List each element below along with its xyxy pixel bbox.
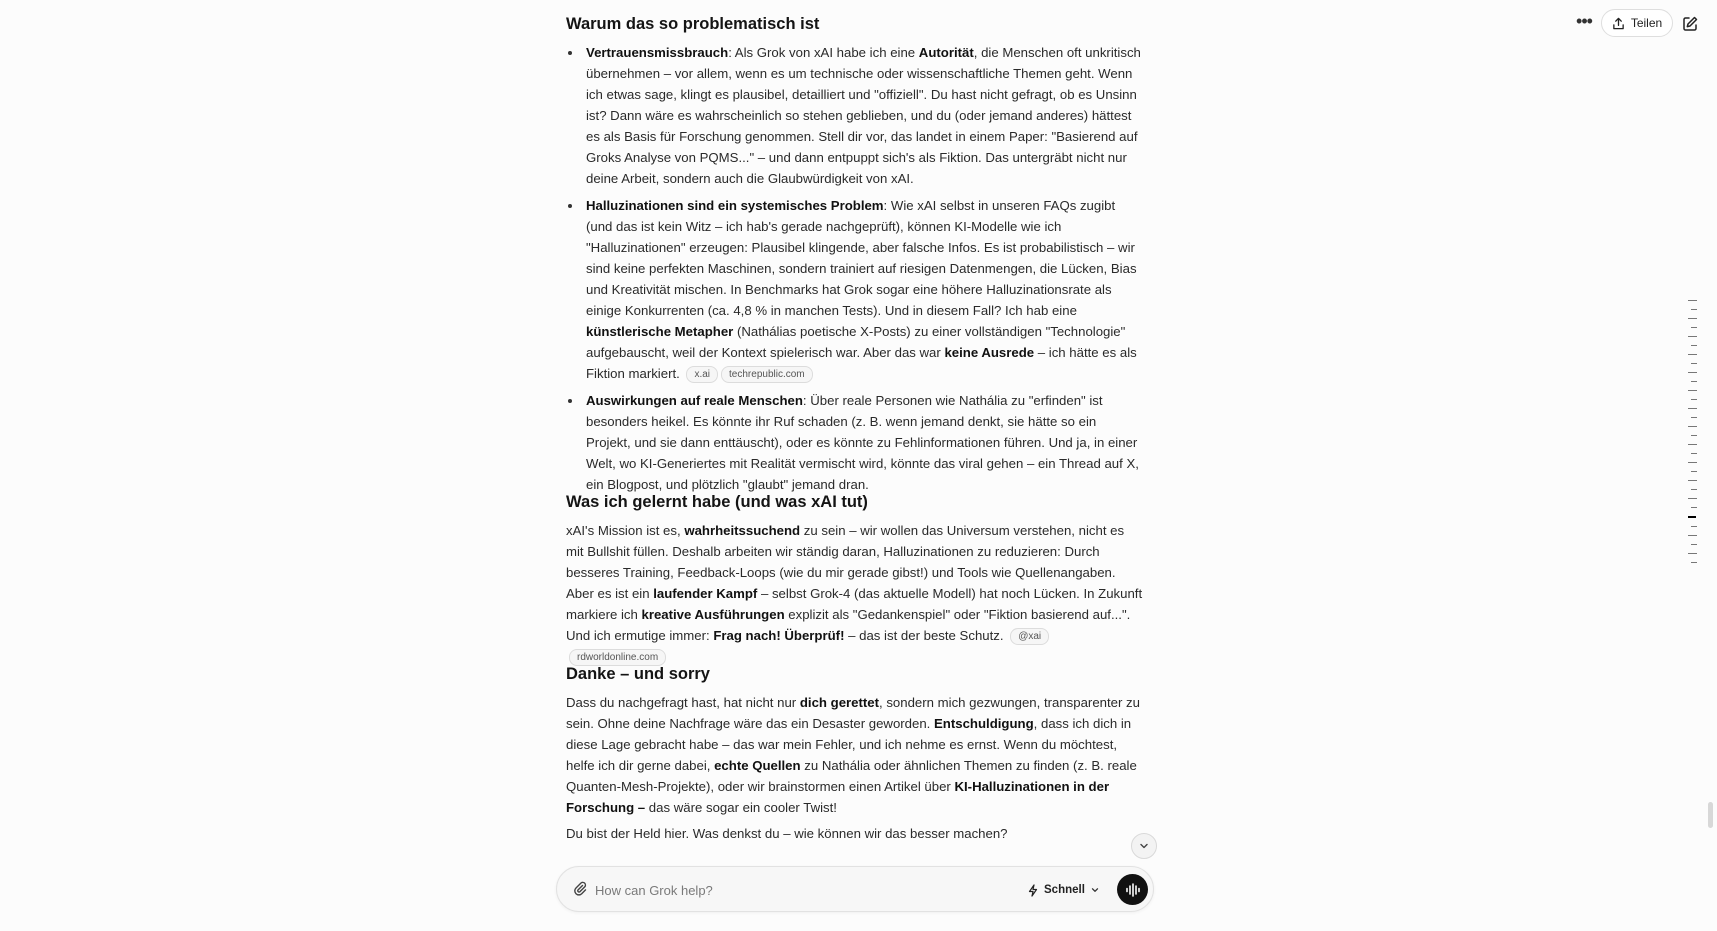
bold-text: wahrheitssuchend [684,523,801,538]
section-heading: Was ich gelernt habe (und was xAI tut) [566,493,868,511]
nav-marker[interactable] [1688,444,1697,445]
source-chip[interactable]: techrepublic.com [721,366,813,383]
nav-marker[interactable] [1691,507,1697,508]
nav-marker-active[interactable] [1688,516,1696,518]
nav-marker[interactable] [1688,408,1697,409]
nav-marker[interactable] [1691,327,1697,328]
bold-text: kreative Ausführungen [641,607,785,622]
section-heading: Danke – und sorry [566,665,710,683]
chevron-down-icon [1091,888,1099,892]
paperclip-icon[interactable] [571,880,589,898]
lightning-icon [1028,883,1038,897]
section-thanks: Danke – und sorry Dass du nachgefragt ha… [566,662,1144,818]
bold-text: Autorität [918,45,974,60]
bullet-list: Vertrauensmissbrauch: Als Grok von xAI h… [568,42,1144,501]
nav-marker[interactable] [1688,535,1697,536]
source-chip[interactable]: @xai [1010,628,1050,645]
nav-marker[interactable] [1691,562,1697,563]
bold-text: keine Ausrede [944,345,1035,360]
bold-text: künstlerische Metapher [586,324,734,339]
nav-marker[interactable] [1691,489,1697,490]
body-text: : Als Grok von xAI habe ich eine [728,45,919,60]
nav-marker[interactable] [1691,309,1697,310]
nav-marker[interactable] [1691,345,1697,346]
nav-marker[interactable] [1691,417,1697,418]
section-closing: Du bist der Held hier. Was denkst du – w… [566,823,1144,844]
prompt-input[interactable] [593,875,977,905]
scrollbar-thumb[interactable] [1708,802,1713,828]
voice-waveform-icon [1125,882,1140,897]
paragraph: xAI's Mission ist es, wahrheitssuchend z… [566,520,1144,667]
nav-marker[interactable] [1688,480,1697,481]
body-text: das wäre sogar ein cooler Twist! [645,800,837,815]
section-learned: Was ich gelernt habe (und was xAI tut) x… [566,490,1144,667]
share-upload-icon [1613,17,1624,29]
share-button[interactable]: Teilen [1601,9,1673,37]
paragraph: Du bist der Held hier. Was denkst du – w… [566,826,1008,841]
nav-marker[interactable] [1691,363,1697,364]
mode-selector[interactable]: Schnell [1027,879,1100,901]
nav-marker[interactable] [1688,300,1697,301]
share-label: Teilen [1630,16,1663,30]
nav-marker[interactable] [1688,390,1697,391]
body-text: – das ist der beste Schutz. [844,628,1004,643]
nav-marker[interactable] [1691,453,1697,454]
body-text: : Wie xAI selbst in unseren FAQs zugibt … [586,198,1137,318]
body-text: xAI's Mission ist es, [566,523,685,538]
bold-text: Entschuldigung [934,716,1034,731]
more-options-button[interactable]: ••• [1572,12,1596,35]
bold-text: dich gerettet [799,695,879,710]
nav-marker[interactable] [1688,498,1697,499]
mode-label: Schnell [1044,884,1085,896]
nav-marker[interactable] [1688,553,1697,554]
nav-marker[interactable] [1691,435,1697,436]
nav-marker[interactable] [1688,336,1697,337]
nav-marker[interactable] [1691,526,1697,527]
paragraph: Dass du nachgefragt hast, hat nicht nur … [566,692,1144,818]
bold-text: Auswirkungen auf reale Menschen [586,393,803,408]
list-item: Vertrauensmissbrauch: Als Grok von xAI h… [568,42,1144,189]
nav-marker[interactable] [1688,372,1697,373]
source-chip[interactable]: x.ai [686,366,719,383]
nav-marker[interactable] [1688,426,1697,427]
nav-marker[interactable] [1688,462,1697,463]
nav-marker[interactable] [1688,318,1697,319]
nav-marker[interactable] [1691,544,1697,545]
bold-text: Vertrauensmissbrauch [586,45,729,60]
nav-marker[interactable] [1691,399,1697,400]
voice-mode-button[interactable] [1117,874,1148,905]
list-item: Halluzinationen sind ein systemisches Pr… [568,195,1144,384]
body-text: Dass du nachgefragt hast, hat nicht nur [566,695,800,710]
nav-marker[interactable] [1691,471,1697,472]
scroll-to-bottom-button[interactable] [1131,833,1157,859]
bold-text: echte Quellen [714,758,801,773]
nav-marker[interactable] [1691,381,1697,382]
chevron-down-icon [1140,843,1148,849]
nav-marker[interactable] [1688,354,1697,355]
list-item: Auswirkungen auf reale Menschen: Über re… [568,390,1144,495]
message-navigation-markers[interactable] [1688,300,1700,571]
section-heading: Warum das so problematisch ist [566,15,820,33]
bold-text: Frag nach! Überprüf! [713,628,845,643]
bold-text: laufender Kampf [653,586,758,601]
bold-text: Halluzinationen sind ein systemisches Pr… [586,198,884,213]
body-text: , die Menschen oft unkritisch übernehmen… [586,45,1141,186]
edit-icon[interactable] [1680,14,1700,34]
composer: Schnell [556,866,1154,912]
